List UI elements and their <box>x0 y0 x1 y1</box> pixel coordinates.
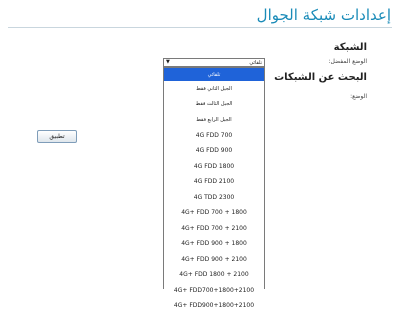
preferred-mode-label: الوضع المفضل: <box>328 58 367 65</box>
dropdown-option[interactable]: 4G+ FDD 900 + 1800 <box>164 236 264 252</box>
dropdown-option[interactable]: 4G+ FDD900+1800+2100 <box>164 298 264 314</box>
apply-button[interactable]: تطبيق <box>37 130 77 143</box>
dropdown-option[interactable]: 4G+ FDD 900 + 2100 <box>164 252 264 268</box>
dropdown-option[interactable]: الجيل الثالث فقط <box>164 97 264 113</box>
search-mode-label: الوضع: <box>350 93 367 100</box>
preferred-mode-dropdown-list[interactable]: تلقائي الجيل الثاني فقط الجيل الثالث فقط ال… <box>163 67 265 309</box>
network-section-title: الشبكة <box>333 42 367 53</box>
dropdown-option[interactable]: 4G FDD 2100 <box>164 174 264 190</box>
dropdown-option[interactable]: 4G FDD 900 <box>164 143 264 159</box>
select-current-value: تلقائي <box>249 59 262 66</box>
dropdown-option[interactable]: الجيل الثاني فقط <box>164 81 264 97</box>
dropdown-option[interactable]: 4G FDD 1800 <box>164 159 264 175</box>
dropdown-option[interactable]: 4G TDD 2300 <box>164 190 264 206</box>
dropdown-option[interactable]: 4G+ FDD 700 + 2100 <box>164 221 264 237</box>
network-search-section-title: البحث عن الشبكات <box>274 72 367 83</box>
preferred-mode-select[interactable]: ▼ تلقائي <box>163 58 265 67</box>
dropdown-option[interactable]: 4G+ FDD 1800 + 2100 <box>164 267 264 283</box>
dropdown-option[interactable]: الجيل الرابع فقط <box>164 112 264 128</box>
page-title: إعدادات شبكة الجوال <box>256 6 391 24</box>
chevron-down-icon: ▼ <box>166 59 170 65</box>
dropdown-option[interactable]: 4G FDD 700 <box>164 128 264 144</box>
dropdown-option[interactable]: تلقائي <box>164 68 264 81</box>
title-divider <box>8 27 392 28</box>
dropdown-option[interactable]: 4G+ FDD 700 + 1800 <box>164 205 264 221</box>
dropdown-option[interactable]: 4G+ FDD700+1800+2100 <box>164 283 264 299</box>
